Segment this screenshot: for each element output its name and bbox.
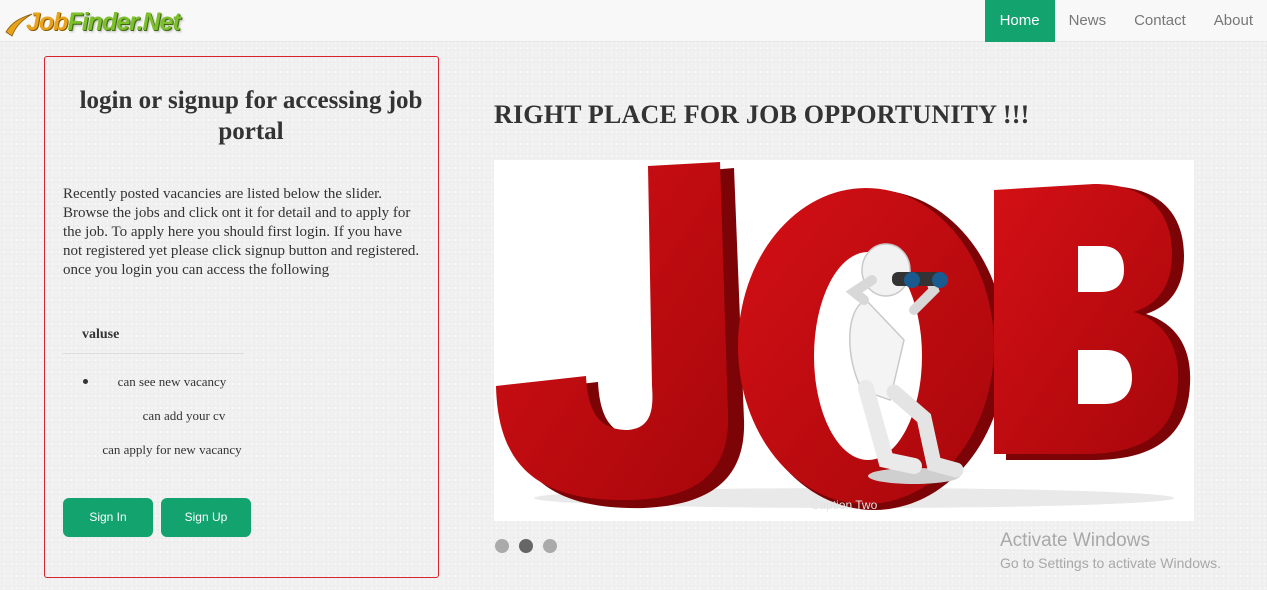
values-divider <box>63 353 244 354</box>
nav-news[interactable]: News <box>1055 0 1121 42</box>
letter-j-shape <box>496 162 745 509</box>
hero-title: RIGHT PLACE FOR JOB OPPORTUNITY !!! <box>494 100 1030 129</box>
nav-home[interactable]: Home <box>984 0 1055 42</box>
nav-contact[interactable]: Contact <box>1120 0 1200 42</box>
slide-indicator-2[interactable] <box>519 539 533 553</box>
value-item: can add your cv <box>142 408 226 423</box>
letter-b-shape <box>994 184 1191 460</box>
slide-caption: Caption Two <box>810 498 878 512</box>
sign-in-button[interactable]: Sign In <box>63 498 153 537</box>
image-slider[interactable]: Caption Two <box>494 160 1194 521</box>
sign-up-button[interactable]: Sign Up <box>161 498 251 537</box>
watermark-title: Activate Windows <box>1000 530 1150 551</box>
values-heading: valuse <box>82 327 120 342</box>
brand-logo[interactable]: JobFinder.Net <box>4 2 194 42</box>
slide-indicator-3[interactable] <box>543 539 557 553</box>
value-item: can see new vacancy <box>117 374 227 389</box>
slider-indicators <box>495 539 557 553</box>
job-slide-image <box>496 162 1191 510</box>
navbar: JobFinder.Net Home News Contact About <box>0 0 1267 42</box>
value-item: can apply for new vacancy <box>102 442 242 457</box>
panel-title: login or signup for accessing job portal <box>79 87 423 145</box>
panel-description: Recently posted vacancies are listed bel… <box>63 186 420 278</box>
slide-indicator-1[interactable] <box>495 539 509 553</box>
logo-text: JobFinder.Net <box>26 8 181 36</box>
nav-links: Home News Contact About <box>984 0 1267 42</box>
windows-activation-watermark: Activate Windows Go to Settings to activ… <box>1000 530 1221 574</box>
watermark-subtitle: Go to Settings to activate Windows. <box>1000 555 1221 571</box>
nav-about[interactable]: About <box>1200 0 1267 42</box>
login-panel: login or signup for accessing job portal… <box>44 56 439 578</box>
